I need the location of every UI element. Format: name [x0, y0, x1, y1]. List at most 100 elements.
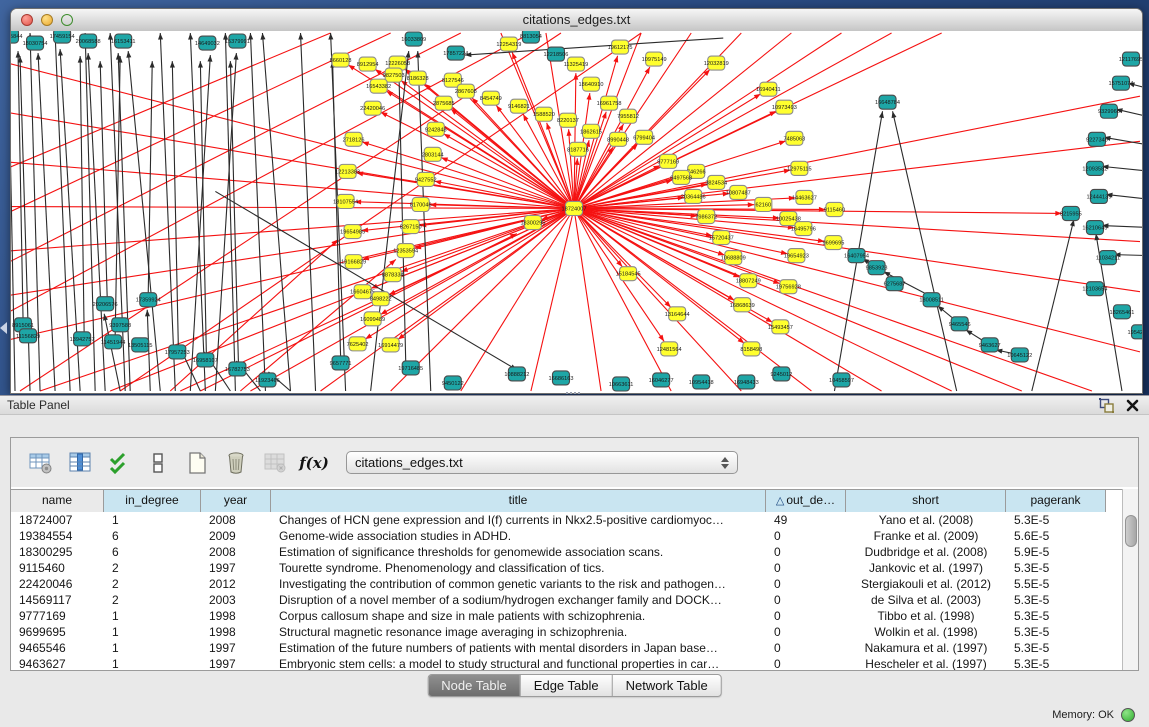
table-row[interactable]: 2242004622012Investigating the contribut…: [11, 576, 1123, 592]
cell-title[interactable]: Estimation of significance thresholds fo…: [271, 544, 766, 560]
graph-node[interactable]: 17857224: [443, 46, 468, 60]
graph-node[interactable]: 10458597: [829, 373, 854, 387]
column-header-title[interactable]: title: [271, 490, 766, 512]
graph-node-selected[interactable]: 12353594: [393, 244, 418, 258]
cell-short[interactable]: Dudbridge et al. (2008): [846, 544, 1006, 560]
graph-node-selected[interactable]: 8267150: [400, 220, 422, 234]
table-row[interactable]: 946362711997Embryonic stem cells: a mode…: [11, 656, 1123, 670]
table-row[interactable]: 969969511998Structural magnetic resonanc…: [11, 624, 1123, 640]
graph-node-selected[interactable]: 8990448: [607, 132, 629, 146]
close-window-icon[interactable]: [21, 14, 33, 26]
cell-in_degree[interactable]: 1: [104, 656, 201, 670]
graph-node-selected[interactable]: 12481564: [657, 342, 682, 356]
graph-node[interactable]: 8813054: [520, 31, 542, 43]
cell-in_degree[interactable]: 1: [104, 512, 201, 528]
cell-title[interactable]: Changes of HCN gene expression and I(f) …: [271, 512, 766, 528]
cell-title[interactable]: Tourette syndrome. Phenomenology and cla…: [271, 560, 766, 576]
graph-node[interactable]: 13942757: [70, 332, 95, 346]
table-body[interactable]: 1872400712008Changes of HCN gene express…: [11, 512, 1123, 670]
cell-in_degree[interactable]: 2: [104, 592, 201, 608]
graph-node[interactable]: 11923466: [255, 373, 280, 387]
graph-node-selected[interactable]: 16940411: [756, 82, 781, 96]
cell-name[interactable]: 9115460: [11, 560, 104, 576]
cell-title[interactable]: Disruption of a novel member of a sodium…: [271, 592, 766, 608]
delete-columns-icon[interactable]: [223, 450, 249, 476]
hidden-panel-handle-icon[interactable]: [0, 322, 7, 334]
table-row[interactable]: 1938455462009Genome-wide association stu…: [11, 528, 1123, 544]
cell-name[interactable]: 18300295: [11, 544, 104, 560]
graph-node[interactable]: 17957253: [165, 345, 190, 359]
table-row[interactable]: 1456911722003Disruption of a novel membe…: [11, 592, 1123, 608]
cell-name[interactable]: 22420046: [11, 576, 104, 592]
cell-pagerank[interactable]: 5.3E-5: [1006, 608, 1106, 624]
graph-node-selected[interactable]: 18724007: [562, 201, 587, 215]
cell-short[interactable]: Franke et al. (2009): [846, 528, 1006, 544]
cell-pagerank[interactable]: 5.3E-5: [1006, 640, 1106, 656]
cell-out_degree[interactable]: 0: [766, 592, 846, 608]
graph-node-selected[interactable]: 16543382: [366, 79, 391, 93]
graph-node-selected[interactable]: 2875685: [433, 96, 455, 110]
graph-node-selected[interactable]: 8186328: [407, 71, 429, 85]
graph-node-selected[interactable]: 15184545: [616, 267, 641, 281]
graph-node-selected[interactable]: 8220137: [557, 113, 579, 127]
graph-node-selected[interactable]: 8912954: [357, 57, 379, 71]
cell-name[interactable]: 9465546: [11, 640, 104, 656]
graph-node-selected[interactable]: 22420046: [360, 101, 385, 115]
graph-node[interactable]: 15379991: [225, 34, 250, 48]
close-panel-icon[interactable]: [1126, 399, 1139, 412]
graph-node[interactable]: 9227349: [1086, 132, 1108, 146]
cell-pagerank[interactable]: 5.3E-5: [1006, 560, 1106, 576]
cell-short[interactable]: Tibbo et al. (1998): [846, 608, 1006, 624]
graph-node-selected[interactable]: 15493457: [768, 320, 793, 334]
graph-node-selected[interactable]: 62160: [755, 197, 772, 211]
graph-node[interactable]: 20068588: [76, 34, 101, 48]
graph-node-selected[interactable]: 8660128: [330, 53, 352, 67]
graph-node-selected[interactable]: 18640910: [579, 77, 604, 91]
cell-in_degree[interactable]: 1: [104, 608, 201, 624]
graph-node-selected[interactable]: 1588520: [533, 107, 555, 121]
cell-year[interactable]: 2003: [201, 592, 271, 608]
graph-node[interactable]: 9245012: [770, 367, 792, 381]
memory-ok-indicator[interactable]: [1121, 708, 1135, 722]
graph-node[interactable]: 10645122: [1007, 348, 1032, 362]
cell-name[interactable]: 9463627: [11, 656, 104, 670]
graph-node-selected[interactable]: 3824534: [705, 175, 727, 189]
graph-node[interactable]: 16782753: [225, 362, 250, 376]
graph-node-selected[interactable]: 2718126: [343, 132, 365, 146]
table-row[interactable]: 977716911998Corpus callosum shape and si…: [11, 608, 1123, 624]
scrollbar-thumb[interactable]: [1125, 515, 1137, 547]
cell-year[interactable]: 1997: [201, 640, 271, 656]
tab-node-table[interactable]: Node Table: [428, 675, 521, 696]
graph-node-selected[interactable]: 16099489: [360, 312, 385, 326]
graph-node[interactable]: 20206576: [93, 297, 118, 311]
cell-year[interactable]: 2009: [201, 528, 271, 544]
graph-node-selected[interactable]: 8158498: [740, 342, 762, 356]
table-row[interactable]: 946554611997Estimation of the future num…: [11, 640, 1123, 656]
cell-pagerank[interactable]: 5.3E-5: [1006, 624, 1106, 640]
graph-node[interactable]: 16153411: [111, 34, 136, 48]
cell-name[interactable]: 19384554: [11, 528, 104, 544]
graph-node[interactable]: 9853923: [866, 261, 888, 275]
cell-pagerank[interactable]: 5.3E-5: [1006, 656, 1106, 670]
cell-pagerank[interactable]: 5.5E-5: [1006, 576, 1106, 592]
table-vertical-scrollbar[interactable]: [1122, 489, 1138, 670]
cell-name[interactable]: 9699695: [11, 624, 104, 640]
table-row[interactable]: 911546021997Tourette syndrome. Phenomeno…: [11, 560, 1123, 576]
graph-node[interactable]: 9450122: [442, 376, 464, 390]
graph-node-selected[interactable]: 18807249: [736, 274, 761, 288]
cell-pagerank[interactable]: 5.9E-5: [1006, 544, 1106, 560]
splitter-grip[interactable]: [566, 392, 580, 398]
citation-network-graph[interactable]: 1872400718300295866012889129541222605898…: [11, 31, 1142, 393]
graph-node[interactable]: 8215955: [1060, 206, 1082, 220]
cell-title[interactable]: Investigating the contribution of common…: [271, 576, 766, 592]
cell-out_degree[interactable]: 49: [766, 512, 846, 528]
graph-node-selected[interactable]: 2867608: [455, 84, 477, 98]
table-mode-icon[interactable]: [28, 450, 54, 476]
graph-node-selected[interactable]: 11325419: [564, 57, 589, 71]
graph-node[interactable]: 11034211: [1096, 251, 1120, 265]
graph-node-selected[interactable]: 19756928: [776, 280, 801, 294]
network-view-canvas[interactable]: 1872400718300295866012889129541222605898…: [11, 31, 1142, 393]
graph-node[interactable]: 12218506: [543, 47, 568, 61]
graph-node[interactable]: 18265461: [1109, 305, 1134, 319]
cell-name[interactable]: 14569117: [11, 592, 104, 608]
